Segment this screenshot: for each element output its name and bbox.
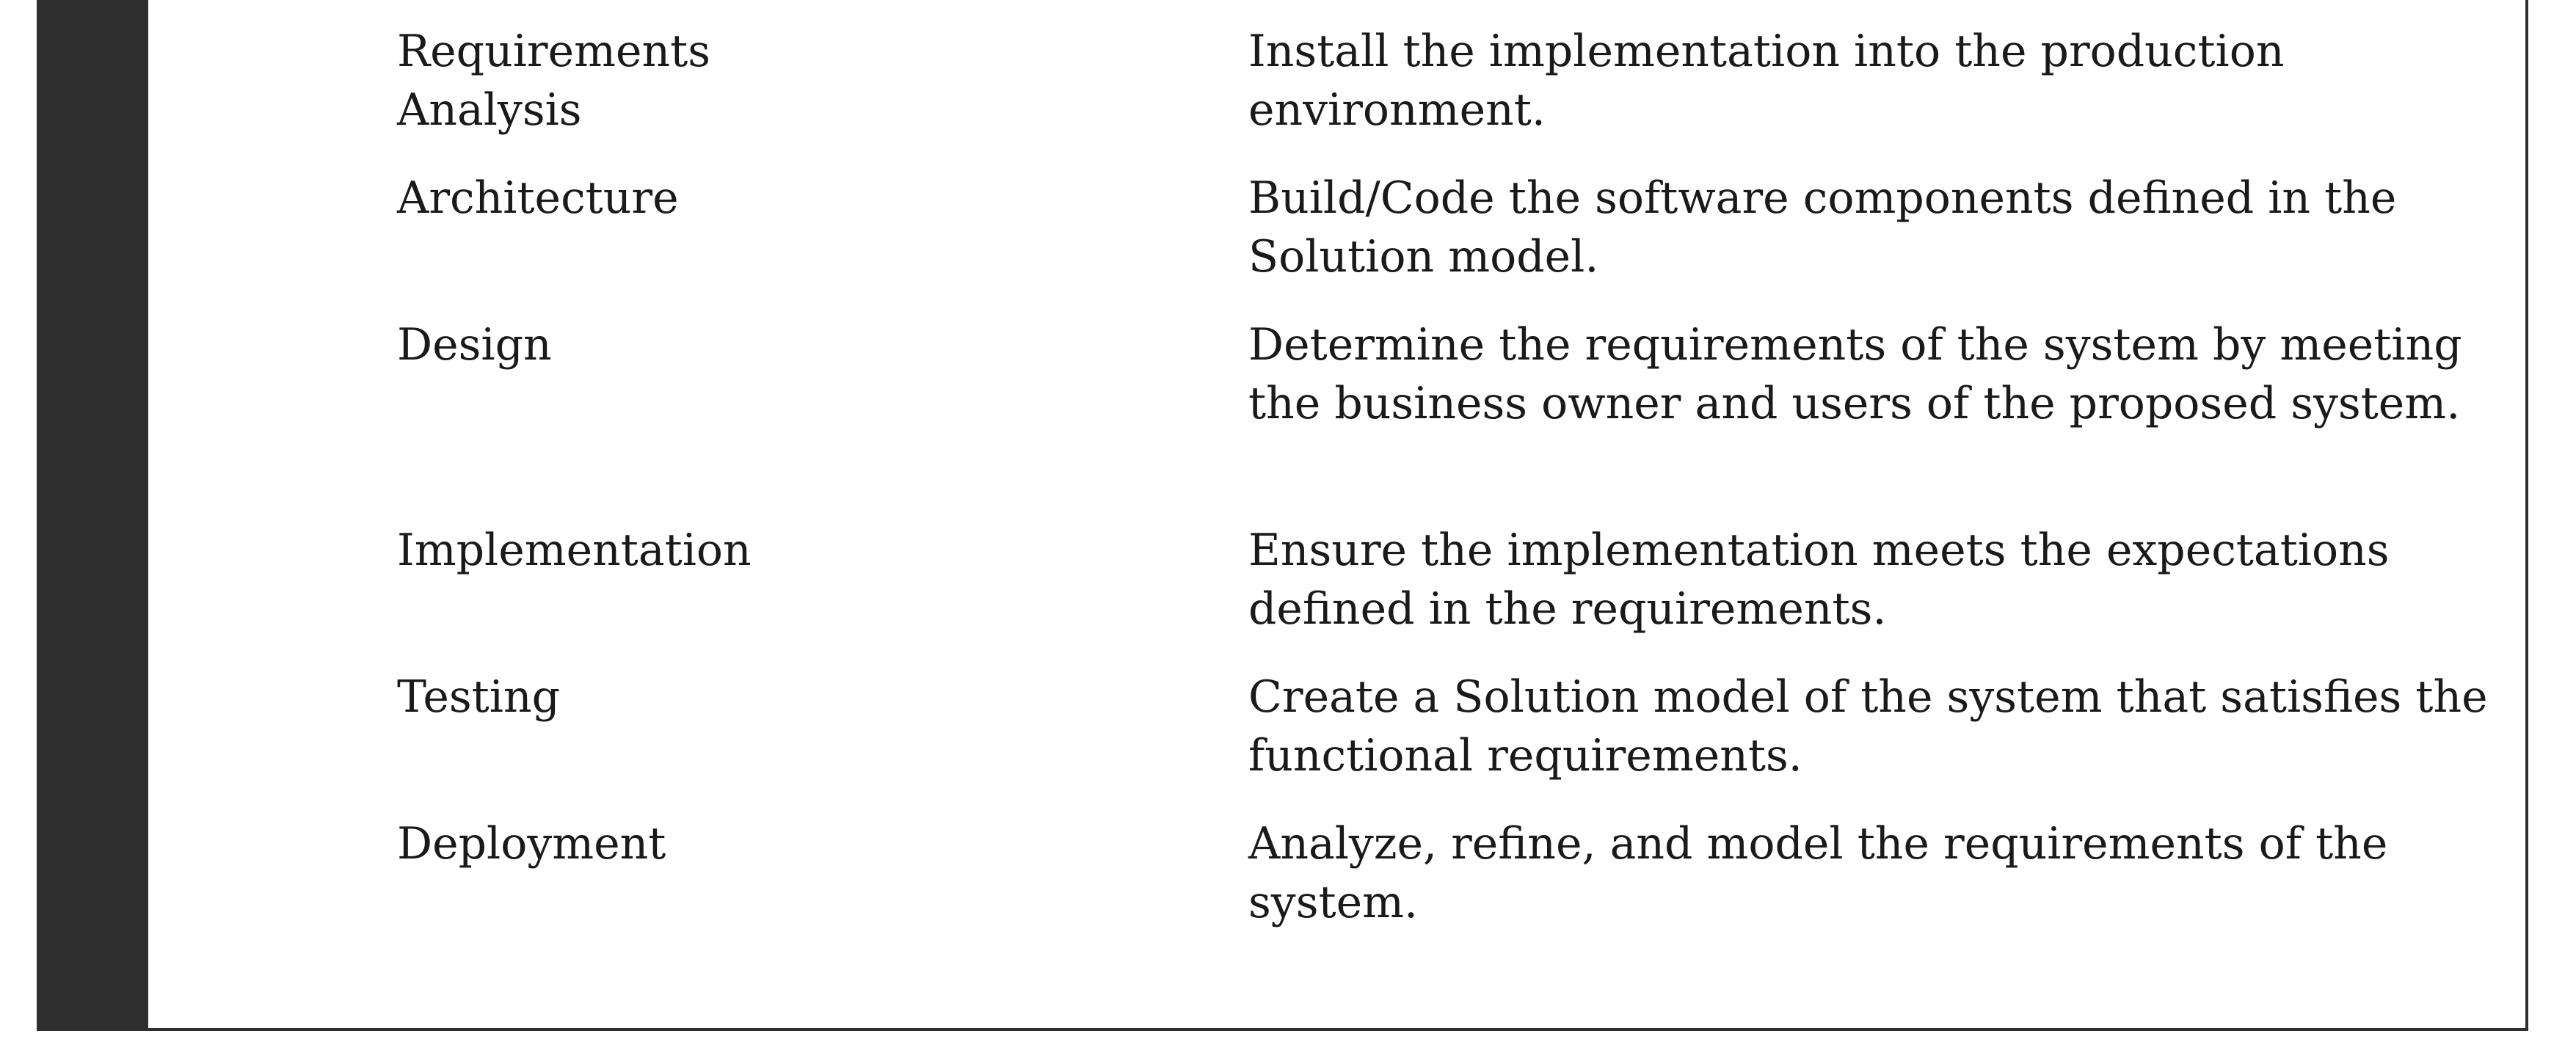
- phase-term: Deployment: [397, 818, 666, 869]
- phase-description: Ensure the implementation meets the expe…: [1248, 525, 2390, 635]
- phase-description: Create a Solution model of the system th…: [1248, 671, 2488, 781]
- phase-description: Build/Code the software components defin…: [1248, 172, 2397, 282]
- phase-description: Determine the requirements of the system…: [1248, 319, 2462, 429]
- phase-description: Install the implementation into the prod…: [1248, 26, 2285, 136]
- phase-term: Architecture: [397, 172, 679, 224]
- document-page: Requirements Analysis Install the implem…: [0, 0, 2576, 1050]
- phase-term: Requirements Analysis: [397, 26, 711, 136]
- page-frame-bottom: [37, 1028, 2528, 1031]
- phase-term: Testing: [397, 671, 561, 723]
- left-margin-bar: [37, 0, 148, 1031]
- phase-term: Implementation: [397, 525, 752, 576]
- page-frame-right: [2525, 0, 2528, 1031]
- phase-term: Design: [397, 319, 552, 371]
- phase-description: Analyze, refine, and model the requireme…: [1248, 818, 2388, 928]
